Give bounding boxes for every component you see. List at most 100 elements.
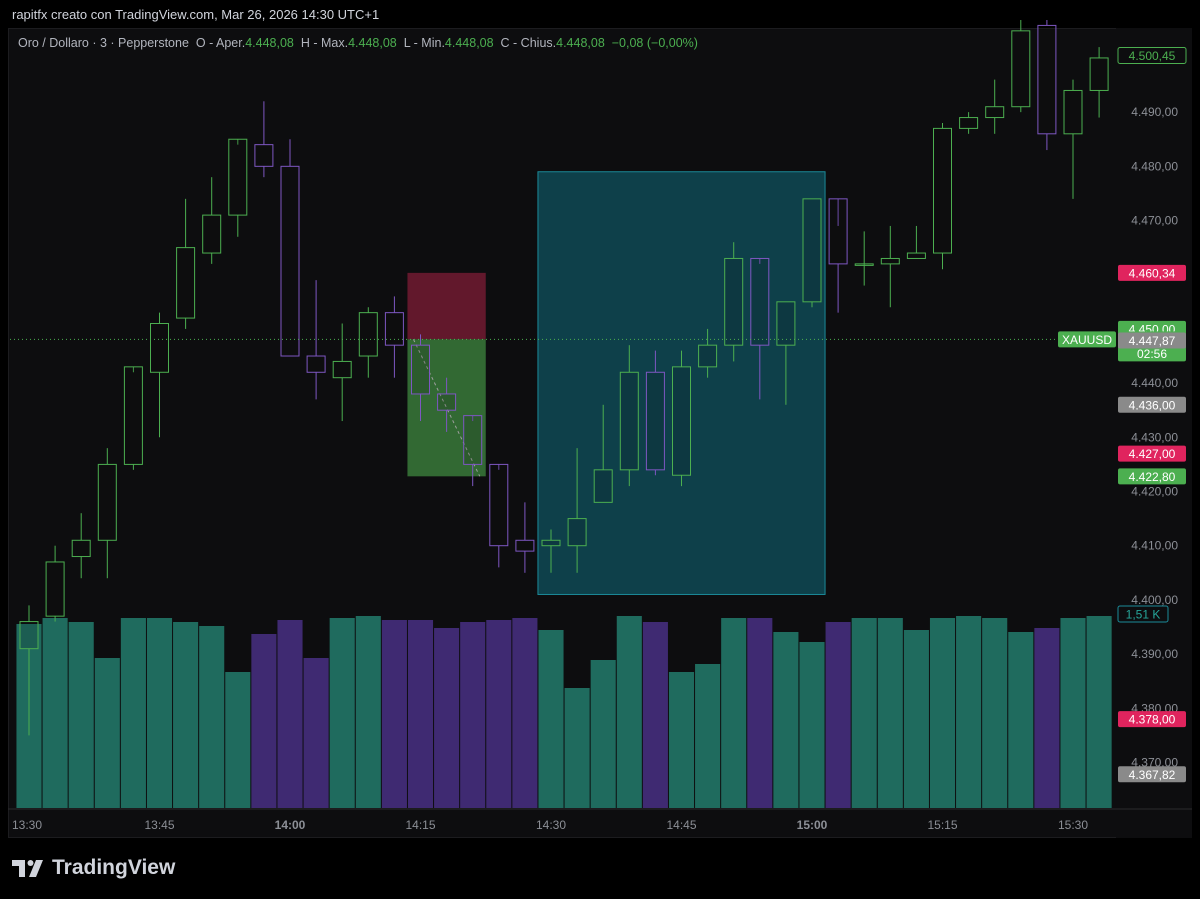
volume-bar bbox=[146, 618, 173, 808]
price-tick-label: 4.400,00 bbox=[1131, 593, 1178, 607]
price-chart[interactable]: 4.490,004.480,004.470,004.450,004.440,00… bbox=[0, 0, 1200, 899]
candle bbox=[802, 198, 822, 308]
candle-body bbox=[97, 463, 117, 541]
volume-bar bbox=[42, 618, 68, 808]
drawing-layer bbox=[407, 171, 826, 595]
candle-body bbox=[776, 301, 796, 346]
price-tick-label: 4.440,00 bbox=[1131, 376, 1178, 390]
legend-symbol[interactable]: Oro / Dollaro · 3 · Pepperstone bbox=[18, 36, 189, 50]
candle bbox=[228, 138, 248, 237]
volume-bar bbox=[1060, 618, 1086, 808]
volume-bar bbox=[773, 632, 799, 808]
time-tick-label: 15:15 bbox=[927, 818, 957, 832]
candle-body bbox=[933, 127, 952, 254]
volume-bar bbox=[877, 618, 903, 808]
candle bbox=[97, 448, 117, 579]
volume-bar bbox=[590, 660, 616, 808]
volume-bar bbox=[94, 658, 120, 808]
candle-body bbox=[228, 138, 248, 216]
candle-body bbox=[645, 371, 665, 471]
price-tag: 4.378,00 bbox=[1118, 711, 1186, 728]
price-tick-label: 4.430,00 bbox=[1131, 430, 1178, 444]
volume-bar bbox=[199, 626, 225, 808]
candle-body bbox=[150, 322, 169, 373]
price-tick-label: 4.410,00 bbox=[1131, 539, 1178, 553]
candle bbox=[384, 296, 404, 378]
price-tag-text: 4.378,00 bbox=[1129, 713, 1176, 727]
price-tag: 4.500,45 bbox=[1117, 46, 1187, 64]
volume-bar bbox=[851, 618, 877, 808]
candle bbox=[880, 225, 900, 308]
volume-layer bbox=[16, 616, 1112, 808]
candle bbox=[724, 242, 744, 362]
candle bbox=[933, 122, 952, 270]
legend-close-label: C - Chius. bbox=[500, 36, 557, 50]
time-tick-label: 15:30 bbox=[1058, 818, 1088, 832]
time-tick-label: 14:00 bbox=[275, 818, 306, 832]
volume-bar bbox=[120, 618, 146, 808]
legend-open-label: O - Aper. bbox=[195, 36, 246, 50]
volume-bar bbox=[721, 618, 747, 808]
candle-body bbox=[672, 366, 691, 476]
volume-bar bbox=[303, 658, 329, 808]
price-tag-text: 4.422,80 bbox=[1129, 470, 1176, 484]
volume-bar bbox=[695, 664, 721, 808]
price-tag: 4.447,87 bbox=[1118, 332, 1186, 349]
candle bbox=[489, 463, 509, 568]
volume-bar bbox=[956, 616, 982, 808]
volume-bar bbox=[903, 630, 929, 808]
candle-body bbox=[280, 165, 300, 357]
price-tag-text: 4.427,00 bbox=[1129, 447, 1176, 461]
price-tick-label: 4.420,00 bbox=[1131, 485, 1178, 499]
candle-body bbox=[854, 263, 874, 266]
candle bbox=[150, 312, 169, 438]
candle-body bbox=[959, 117, 979, 129]
price-tag-text: 4.460,34 bbox=[1129, 266, 1176, 280]
volume-bar bbox=[407, 620, 434, 808]
candle bbox=[1089, 47, 1109, 118]
price-tag: 4.436,00 bbox=[1118, 396, 1186, 413]
volume-bar bbox=[538, 630, 564, 808]
symbol-tag-text: XAUUSD bbox=[1062, 333, 1112, 347]
time-tick-label: 14:15 bbox=[405, 818, 435, 832]
candle-body bbox=[985, 106, 1005, 119]
tradingview-logo-icon bbox=[12, 860, 43, 877]
candle bbox=[71, 513, 91, 579]
volume-bar bbox=[564, 688, 590, 808]
price-tag: 4.422,80 bbox=[1118, 468, 1186, 485]
candle bbox=[985, 79, 1005, 134]
price-tag: 4.367,82 bbox=[1118, 766, 1186, 783]
volume-bar bbox=[329, 618, 355, 808]
volume-bar bbox=[616, 616, 642, 808]
volume-bar bbox=[486, 620, 512, 808]
volume-bar bbox=[982, 618, 1008, 808]
legend-high-value: 4.448,08 bbox=[348, 36, 397, 50]
candle-body bbox=[698, 344, 718, 368]
candle bbox=[1011, 20, 1031, 113]
candle-body bbox=[567, 518, 587, 547]
candle-body bbox=[1063, 89, 1083, 135]
candle-body bbox=[437, 393, 457, 411]
candle-body bbox=[1037, 24, 1057, 135]
volume-bar bbox=[434, 628, 460, 808]
volume-bar bbox=[799, 642, 825, 808]
stop-loss-zone bbox=[407, 272, 486, 340]
price-tag: 4.460,34 bbox=[1118, 264, 1186, 281]
price-tag: 4.427,00 bbox=[1118, 445, 1186, 462]
ohlc-legend: Oro / Dollaro · 3 · Pepperstone O - Aper… bbox=[18, 36, 698, 50]
legend-low-value: 4.448,08 bbox=[444, 36, 494, 50]
price-tick-label: 4.490,00 bbox=[1131, 105, 1178, 119]
volume-bar bbox=[173, 622, 199, 808]
candle-body bbox=[828, 198, 848, 265]
volume-bar bbox=[747, 618, 773, 808]
candle bbox=[358, 307, 378, 378]
time-tick-label: 14:45 bbox=[666, 818, 696, 832]
tradingview-logo[interactable]: TradingView bbox=[12, 856, 175, 880]
candle-body bbox=[332, 360, 352, 379]
candle-body bbox=[593, 469, 613, 503]
candle-body bbox=[384, 312, 404, 346]
candle bbox=[672, 350, 691, 487]
volume-tag-text: 1,51 K bbox=[1126, 608, 1161, 622]
candle bbox=[828, 198, 848, 313]
legend-open-value: 4.448,08 bbox=[245, 36, 294, 50]
